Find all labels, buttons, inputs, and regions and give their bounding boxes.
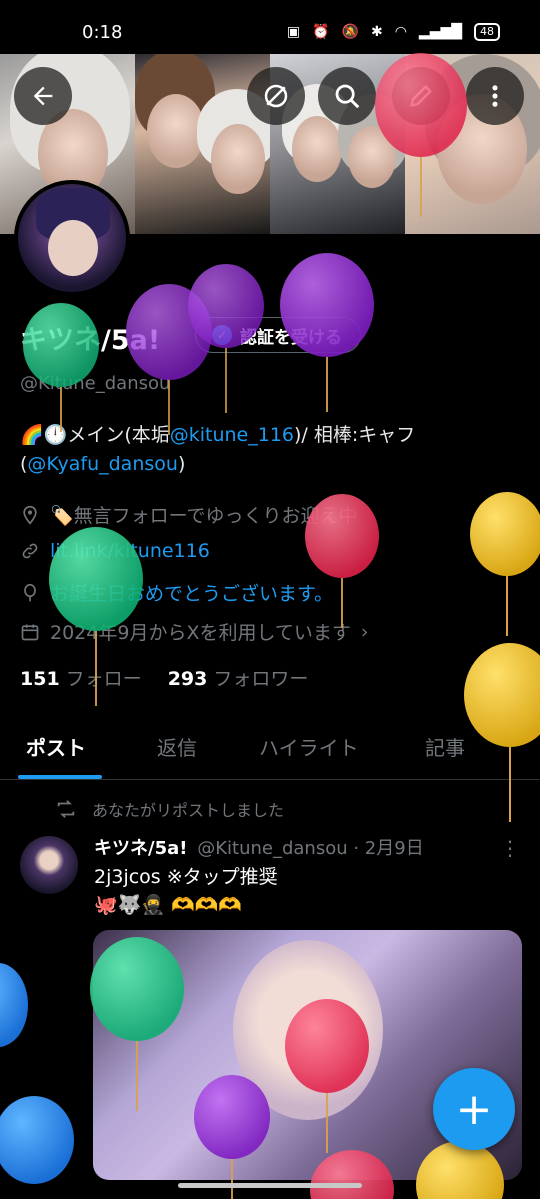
edit-button[interactable] <box>392 67 450 125</box>
website-link[interactable]: lit.link/kitune116 <box>50 540 210 562</box>
balloon-purple-1 <box>126 284 212 435</box>
profile-tabs: ポスト 返信 ハイライト 記事 <box>0 718 540 780</box>
back-arrow-icon <box>33 86 53 106</box>
calendar-icon <box>21 624 39 640</box>
signal-icon: ▂▄▆█ <box>418 24 462 40</box>
post-text: 2j3jcos ※タップ推奨 🐙🐺🥷 🫶🫶🫶 <box>94 863 278 919</box>
link-icon <box>22 543 38 559</box>
following-link[interactable]: 151 フォロー <box>20 664 142 691</box>
tab-articles[interactable]: 記事 <box>425 732 465 761</box>
tab-replies[interactable]: 返信 <box>157 732 197 761</box>
home-indicator[interactable] <box>178 1183 362 1188</box>
balloon-blue-2 <box>0 1096 74 1184</box>
followers-link[interactable]: 293 フォロワー <box>168 664 309 691</box>
chevron-right-icon: › <box>360 620 369 643</box>
post-image-face <box>233 940 383 1120</box>
repost-icon <box>57 800 75 818</box>
birthday-text: お誕生日おめでとうございます。 <box>50 583 334 605</box>
bio-partner-link[interactable]: @Kyafu_dansou <box>27 453 178 475</box>
bluetooth-icon: ✱ <box>370 24 383 40</box>
bio-prefix: 🌈🕛メイン(本垢 <box>20 424 170 446</box>
profile-location: 🏷️無言フォローでゆっくりお迎え中 <box>20 501 358 528</box>
following-count: 151 <box>20 668 60 690</box>
compose-button[interactable]: + <box>433 1068 515 1150</box>
balloon-gold-1 <box>470 492 540 636</box>
pencil-icon <box>410 85 432 107</box>
alarm-icon: ⏰ <box>312 24 330 40</box>
status-time: 0:18 <box>82 21 123 43</box>
following-label: フォロー <box>65 668 142 690</box>
profile-joined[interactable]: 2024年9月からXを利用しています › <box>20 618 369 645</box>
nfc-icon: ▣ <box>286 24 301 40</box>
verify-button-label: 認証を受ける <box>240 327 342 348</box>
location-pin-icon <box>23 505 37 525</box>
repost-note-text: あなたがリポストしました <box>92 801 285 820</box>
profile-handle: @Kitune_dansou <box>20 373 171 394</box>
hide-button[interactable] <box>247 67 305 125</box>
tab-active-indicator <box>18 775 102 779</box>
tab-highlights[interactable]: ハイライト <box>259 732 359 761</box>
verified-badge-icon: ✓ <box>212 325 232 345</box>
more-button[interactable] <box>466 67 524 125</box>
battery-indicator: 48 <box>474 23 500 41</box>
profile-website[interactable]: lit.link/kitune116 <box>20 540 210 562</box>
follow-counts: 151 フォロー 293 フォロワー <box>20 664 308 691</box>
status-icons: ▣ ⏰ 🔕 ✱ ◠ ▂▄▆█ 48 <box>287 23 500 41</box>
joined-text: 2024年9月からXを利用しています <box>50 622 351 644</box>
eye-slash-icon <box>264 84 288 108</box>
profile-birthday: お誕生日おめでとうございます。 <box>20 579 333 606</box>
post-date: · 2月9日 <box>353 838 424 859</box>
tab-posts[interactable]: ポスト <box>26 732 86 761</box>
post-more-icon[interactable]: ⋮ <box>500 836 520 860</box>
avatar-face <box>48 220 98 276</box>
profile-name: キツネ/5a! <box>20 325 161 356</box>
more-vertical-icon <box>492 85 498 107</box>
mute-icon: 🔕 <box>341 24 359 40</box>
post-author-name[interactable]: キツネ/5a! <box>94 838 187 859</box>
balloon-icon <box>24 583 36 601</box>
bio-close-paren: ) <box>177 453 186 475</box>
post-text-line-1: 2j3jcos ※タップ推奨 <box>94 866 278 888</box>
bio-main-account-link[interactable]: @kitune_116 <box>170 424 294 446</box>
plus-icon: + <box>455 1083 493 1135</box>
balloon-blue-1 <box>0 963 28 1047</box>
search-icon <box>335 84 360 109</box>
repost-indicator: あなたがリポストしました <box>54 797 284 821</box>
back-button[interactable] <box>14 67 72 125</box>
location-text: 🏷️無言フォローでゆっくりお迎え中 <box>50 505 358 527</box>
wifi-icon: ◠ <box>394 24 407 40</box>
post-author-handle[interactable]: @Kitune_dansou <box>197 838 347 859</box>
followers-count: 293 <box>167 668 208 690</box>
profile-avatar[interactable] <box>14 180 130 296</box>
post-author-avatar[interactable] <box>20 836 78 894</box>
followers-label: フォロワー <box>213 668 309 690</box>
search-button[interactable] <box>318 67 376 125</box>
post-text-line-2: 🐙🐺🥷 🫶🫶🫶 <box>94 894 242 916</box>
bio-middle: )/ 相棒:キャフ <box>294 424 416 446</box>
verify-button[interactable]: ✓ 認証を受ける <box>195 317 361 353</box>
post-header: キツネ/5a! @Kitune_dansou · 2月9日 <box>94 834 424 860</box>
profile-bio: 🌈🕛メイン(本垢@kitune_116)/ 相棒:キャフ (@Kyafu_dan… <box>20 421 520 479</box>
